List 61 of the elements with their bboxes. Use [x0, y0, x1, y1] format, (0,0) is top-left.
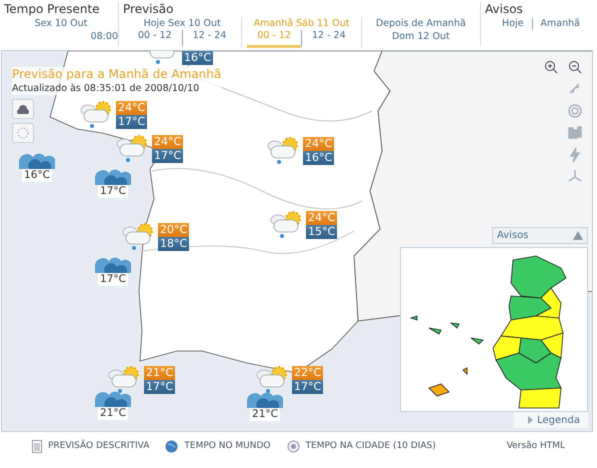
- footer-link-label: PREVISÃO DESCRITIVA: [48, 441, 150, 451]
- legend-tab[interactable]: Legenda: [514, 412, 588, 428]
- warnings-link[interactable]: Hoje: [494, 18, 532, 30]
- max-temperature: 24°C: [303, 137, 334, 151]
- max-temperature: 24°C: [116, 101, 148, 115]
- day-date: Dom 12 Out: [392, 30, 450, 43]
- footer-link[interactable]: PREVISÃO DESCRITIVA: [32, 440, 150, 452]
- warning-icon: [573, 231, 583, 240]
- min-temperature: 17°C: [152, 149, 184, 163]
- sea-temperature: 21°C: [98, 407, 128, 420]
- warnings-title: Avisos: [497, 230, 528, 241]
- sea-temperature: 17°C: [98, 185, 128, 198]
- section-title: Previsão: [123, 2, 174, 17]
- update-time: Actualizado às 08:35:01 de 2008/10/10: [12, 82, 222, 95]
- min-temperature: 17°C: [144, 380, 176, 394]
- cloud-icon: [16, 104, 30, 114]
- min-temperature: 16°C: [182, 51, 214, 65]
- date-link[interactable]: Sex 10 Out: [4, 17, 118, 30]
- waves-icon: [95, 391, 131, 407]
- period-tab[interactable]: 00 - 12: [128, 30, 182, 48]
- footer-link[interactable]: TEMPO NA CIDADE (10 DIAS): [286, 440, 436, 452]
- triangle-icon: [528, 416, 534, 424]
- min-temperature: 16°C: [303, 151, 334, 165]
- period-tab[interactable]: 12 - 24: [300, 30, 356, 48]
- waves-icon: [95, 169, 131, 185]
- sun-icon: [16, 126, 30, 140]
- waves-icon: [19, 153, 55, 169]
- min-temperature: 18°C: [158, 237, 190, 251]
- waves-icon: [247, 392, 283, 408]
- globe-icon: [165, 440, 178, 452]
- max-temperature: 21°C: [144, 366, 176, 380]
- map-title: Previsão para a Manhã de Amanhã: [12, 67, 222, 82]
- time-link[interactable]: 08:00: [4, 30, 118, 43]
- zoom-in-button[interactable]: [542, 59, 560, 75]
- day-tab[interactable]: Hoje Sex 10 Out: [144, 17, 221, 30]
- radar-button[interactable]: [566, 103, 584, 119]
- footer-link-label: TEMPO NO MUNDO: [184, 441, 271, 451]
- max-temperature: 24°C: [152, 135, 184, 149]
- sea-temperature: 21°C: [250, 408, 280, 421]
- document-icon: [32, 440, 42, 452]
- period-tab[interactable]: 12 - 24: [182, 30, 236, 48]
- min-temperature: 17°C: [292, 380, 324, 394]
- zoom-out-button[interactable]: [566, 59, 584, 75]
- html-version-link[interactable]: Versão HTML: [506, 441, 565, 451]
- footer-link[interactable]: TEMPO NO MUNDO: [165, 440, 271, 452]
- max-temperature: 24°C: [306, 211, 338, 225]
- cloud-layer-button[interactable]: [12, 99, 34, 119]
- section-title: Avisos: [485, 2, 524, 17]
- max-temperature: 22°C: [292, 366, 324, 380]
- target-icon: [286, 440, 300, 452]
- waves-icon: [95, 257, 131, 273]
- sea-temperature: 17°C: [98, 273, 128, 286]
- section-title: Tempo Presente: [4, 2, 101, 17]
- day-tab[interactable]: Depois de Amanhã: [376, 17, 466, 30]
- warnings-link[interactable]: Amanhã: [532, 18, 588, 30]
- sea-temperature: 16°C: [22, 169, 52, 182]
- footer-link-label: TEMPO NA CIDADE (10 DIAS): [306, 441, 436, 451]
- warnings-header[interactable]: Avisos: [492, 227, 588, 244]
- min-temperature: 15°C: [306, 225, 338, 239]
- max-temperature: 20°C: [158, 223, 190, 237]
- min-temperature: 17°C: [116, 115, 148, 129]
